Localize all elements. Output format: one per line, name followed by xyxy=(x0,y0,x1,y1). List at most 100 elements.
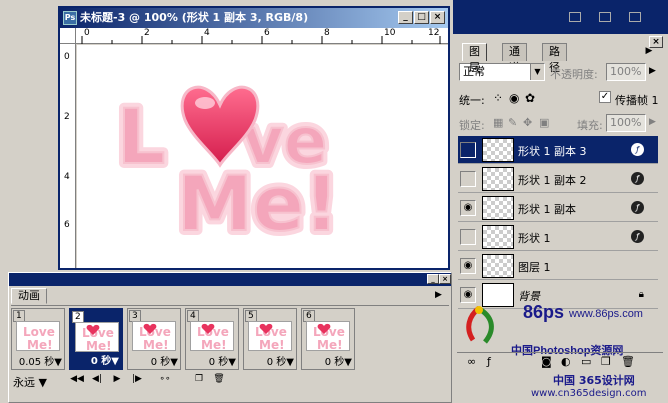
visibility-toggle[interactable]: ◉ xyxy=(460,200,476,216)
ruler-label: 2 xyxy=(144,28,150,38)
layer-thumbnail xyxy=(482,167,514,191)
layer-name: 形状 1 副本 2 xyxy=(518,174,587,187)
panel-icon[interactable] xyxy=(569,12,581,22)
image-canvas[interactable]: L ve Me! L ve Me! xyxy=(77,45,448,268)
frame-thumbnail: Love Me! xyxy=(75,322,119,352)
animation-panel-header[interactable] xyxy=(9,273,451,286)
layer-effects-icon[interactable]: ƒ xyxy=(631,172,644,185)
play-button[interactable]: ▶ xyxy=(109,373,125,388)
layer-row-layer1[interactable]: ◉ 图层 1 xyxy=(458,252,658,280)
lock-all-icon[interactable]: ▣ xyxy=(539,116,549,129)
unify-style-icon[interactable]: ✿ xyxy=(525,91,535,105)
ruler-label: 6 xyxy=(64,220,70,230)
lock-transparency-icon[interactable]: ▦ xyxy=(493,116,503,129)
frame-delay[interactable]: 0 秒▼ xyxy=(325,353,352,368)
layer-row-shape1-copy3[interactable]: 形状 1 副本 3 ƒ xyxy=(458,136,658,164)
maximize-button[interactable]: □ xyxy=(414,11,429,24)
lock-move-icon[interactable]: ✥ xyxy=(523,116,532,129)
link-layers-icon[interactable]: ∞ xyxy=(467,355,476,368)
unify-visibility-icon[interactable]: ◉ xyxy=(509,91,519,105)
layers-bottom-toolbar: ∞ ƒ ◙ ◐ ▭ ❐ 🗑︎ xyxy=(457,352,663,370)
layer-effects-icon[interactable]: ƒ xyxy=(631,201,644,214)
animation-frame-1[interactable]: 1 Love Me! 0.05 秒▼ xyxy=(11,308,65,370)
visibility-toggle[interactable]: ◉ xyxy=(460,258,476,274)
ruler-vertical[interactable]: 0 2 4 6 xyxy=(60,44,76,268)
next-frame-button[interactable]: |▶ xyxy=(129,373,145,388)
new-layer-icon[interactable]: ❐ xyxy=(601,355,611,368)
ruler-label: 0 xyxy=(64,52,70,62)
layer-row-shape1-copy[interactable]: ◉ 形状 1 副本 ƒ xyxy=(458,194,658,222)
panel-close-button[interactable]: × xyxy=(439,274,451,284)
frame-thumbnail: Love Me! xyxy=(306,321,350,351)
opacity-arrow-icon[interactable]: ▶ xyxy=(649,66,656,76)
panel-icon[interactable] xyxy=(629,12,641,22)
panel-menu-button[interactable]: ▶ xyxy=(641,46,657,58)
frame-delay[interactable]: 0 秒▼ xyxy=(91,352,119,367)
new-group-icon[interactable]: ▭ xyxy=(581,355,591,368)
ruler-label: 6 xyxy=(264,28,270,38)
fill-input[interactable]: 100% xyxy=(606,114,646,132)
trash-icon[interactable]: 🗑︎ xyxy=(211,373,227,388)
tab-layers[interactable]: 图层 xyxy=(462,43,487,74)
duplicate-frame-icon[interactable]: ❐ xyxy=(191,373,207,388)
frame-thumbnail: Love Me! xyxy=(132,321,176,351)
adjustment-layer-icon[interactable]: ◐ xyxy=(561,355,571,368)
layer-row-shape1[interactable]: 形状 1 ƒ xyxy=(458,223,658,251)
panel-icon[interactable] xyxy=(599,12,611,22)
svg-text:Me!: Me! xyxy=(27,338,53,351)
frame-delay[interactable]: 0 秒▼ xyxy=(209,353,236,368)
opacity-input[interactable]: 100% xyxy=(606,63,646,81)
visibility-toggle[interactable] xyxy=(460,229,476,245)
panel-menu-button[interactable]: ▶ xyxy=(435,290,442,300)
fill-value: 100% xyxy=(610,116,642,129)
ruler-label: 8 xyxy=(324,28,330,38)
document-titlebar[interactable]: Ps 未标题-3 @ 100% (形状 1 副本 3, RGB/8) xyxy=(60,8,448,28)
layer-style-icon[interactable]: ƒ xyxy=(487,355,491,368)
layers-panel: × 图层 通道 路径 ▶ 正常 ▼ 不透明度: 100% ▶ 统一: ⁘ ◉ ✿… xyxy=(453,0,668,403)
frame-strip: 1 Love Me! 0.05 秒▼ 2 Love Me! 0 秒▼ 3 Love M… xyxy=(11,305,449,371)
trash-icon[interactable]: 🗑︎ xyxy=(621,355,635,368)
ruler-origin[interactable] xyxy=(60,28,76,44)
svg-text:L: L xyxy=(117,92,165,181)
panel-minimize-button[interactable]: _ xyxy=(427,274,439,284)
photoshop-workspace: Ps 未标题-3 @ 100% (形状 1 副本 3, RGB/8) _ □ ×… xyxy=(0,0,668,403)
loop-select[interactable]: 永远 ▼ xyxy=(13,374,47,390)
tab-channels[interactable]: 通道 xyxy=(502,43,527,74)
frame-delay[interactable]: 0.05 秒▼ xyxy=(19,353,62,368)
frame-delay[interactable]: 0 秒▼ xyxy=(267,353,294,368)
fill-label: 填充: xyxy=(577,119,603,132)
visibility-toggle[interactable] xyxy=(460,142,476,158)
animation-frame-6[interactable]: 6 Love Me! 0 秒▼ xyxy=(301,308,355,370)
footer-watermark-name: 中国 365设计网 xyxy=(553,374,635,387)
layer-mask-icon[interactable]: ◙ xyxy=(541,355,552,368)
fill-arrow-icon[interactable]: ▶ xyxy=(649,117,656,127)
lock-brush-icon[interactable]: ✎ xyxy=(508,116,517,129)
animation-frame-2[interactable]: 2 Love Me! 0 秒▼ xyxy=(69,308,123,370)
minimize-button[interactable]: _ xyxy=(398,11,413,24)
close-button[interactable]: × xyxy=(430,11,445,24)
frame-thumbnail: Love Me! xyxy=(16,321,60,351)
tween-button[interactable]: ∘∘ xyxy=(157,373,173,388)
unify-position-icon[interactable]: ⁘ xyxy=(493,91,503,105)
layer-effects-icon[interactable]: ƒ xyxy=(631,143,644,156)
layer-row-shape1-copy2[interactable]: 形状 1 副本 2 ƒ xyxy=(458,165,658,193)
frame-delay[interactable]: 0 秒▼ xyxy=(151,353,178,368)
layer-name: 形状 1 副本 xyxy=(518,203,576,216)
propagate-checkbox[interactable]: ✓ xyxy=(599,91,611,103)
layer-effects-icon[interactable]: ƒ xyxy=(631,230,644,243)
tab-paths[interactable]: 路径 xyxy=(542,43,567,74)
86ps-logo-icon xyxy=(466,306,494,344)
animation-frame-4[interactable]: 4 Love Me! 0 秒▼ xyxy=(185,308,239,370)
animation-frame-3[interactable]: 3 Love Me! 0 秒▼ xyxy=(127,308,181,370)
ruler-horizontal[interactable]: 0 2 4 6 8 10 12 xyxy=(76,28,448,44)
svg-text:Me!: Me! xyxy=(86,339,112,352)
photoshop-document-icon: Ps xyxy=(63,11,77,25)
previous-frame-button[interactable]: ◀| xyxy=(89,373,105,388)
animation-frame-5[interactable]: 5 Love Me! 0 秒▼ xyxy=(243,308,297,370)
tab-animation[interactable]: 动画 xyxy=(11,288,47,304)
first-frame-button[interactable]: ◀◀ xyxy=(69,373,85,388)
visibility-toggle[interactable] xyxy=(460,171,476,187)
animation-panel: _ × 动画 ▶ 1 Love Me! 0.05 秒▼ 2 Love Me! 0 秒… xyxy=(8,272,452,403)
svg-text:Me!: Me! xyxy=(317,338,343,351)
document-window[interactable]: Ps 未标题-3 @ 100% (形状 1 副本 3, RGB/8) _ □ ×… xyxy=(58,6,450,270)
